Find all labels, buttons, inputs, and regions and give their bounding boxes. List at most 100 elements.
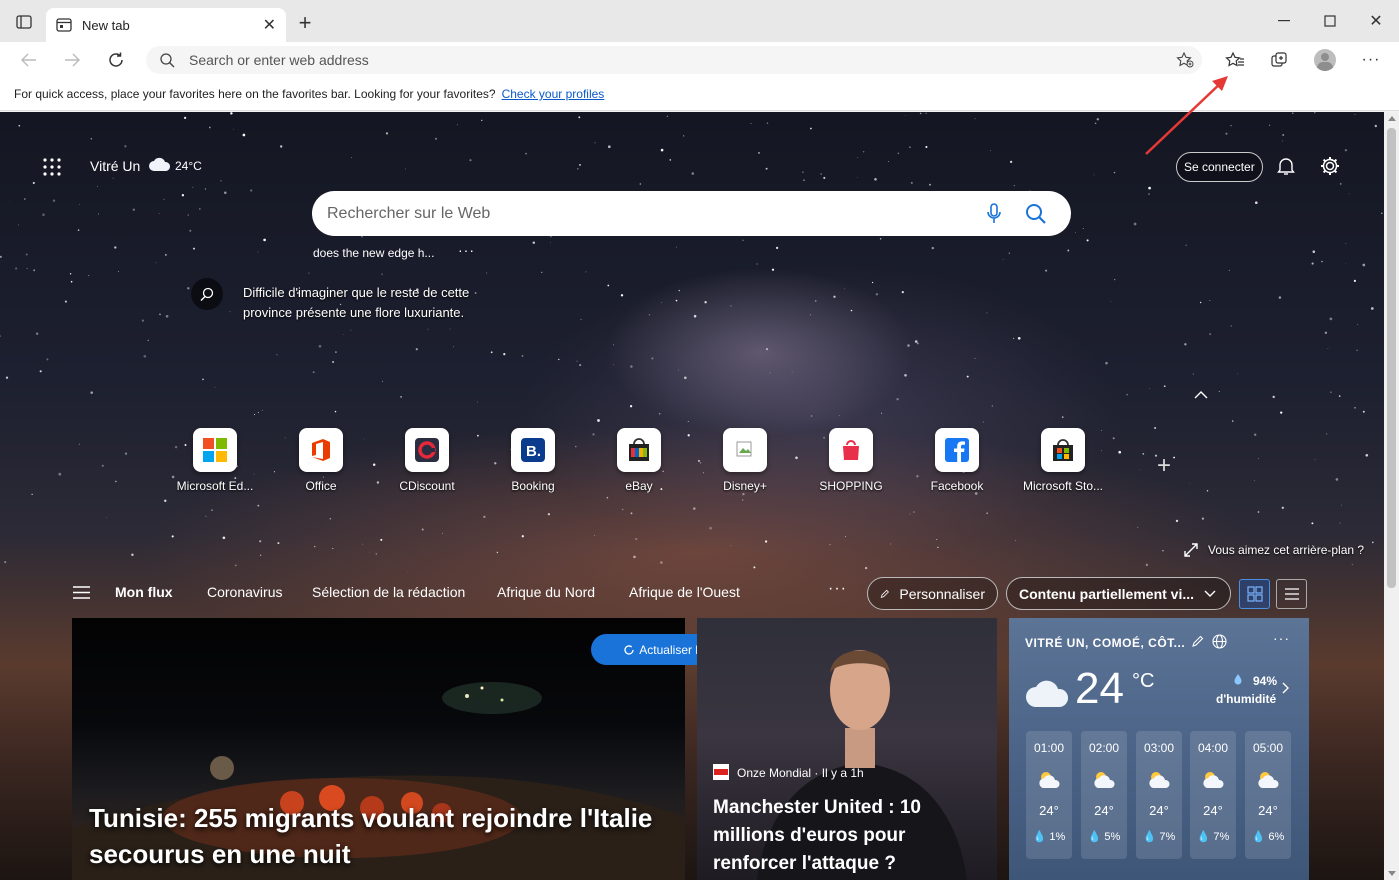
collections-button[interactable] [1264, 46, 1294, 74]
side-headline[interactable]: Manchester United : 10 millions d'euros … [713, 794, 983, 878]
tile-microsoft-store[interactable]: Microsoft Sto... [1018, 428, 1108, 493]
nav-more-icon[interactable]: ··· [828, 580, 847, 598]
tile-facebook[interactable]: Facebook [912, 428, 1002, 493]
tab-actions-icon[interactable] [14, 14, 34, 30]
background-fact[interactable]: Difficile d'imaginer que le reste de cet… [243, 283, 503, 323]
grid-view-icon [1246, 586, 1263, 602]
hourly-forecast-0300[interactable]: 03:00 24° 💧 7% [1136, 731, 1182, 859]
nav-my-feed[interactable]: Mon flux [115, 584, 173, 600]
address-bar[interactable]: Search or enter web address [146, 46, 1202, 74]
recent-search-suggestion[interactable]: does the new edge h... [313, 246, 434, 260]
settings-more-button[interactable]: ··· [1356, 46, 1386, 74]
weather-more-icon[interactable]: ··· [1273, 630, 1290, 646]
hourly-forecast-0200[interactable]: 02:00 24° 💧 5% [1081, 731, 1127, 859]
feed-navigation: Mon flux Coronavirus Sélection de la réd… [0, 570, 1384, 618]
like-background-link[interactable]: Vous aimez cet arrière-plan ? [1208, 543, 1364, 557]
nav-west-africa[interactable]: Afrique de l'Ouest [629, 584, 740, 600]
tab-new-tab[interactable]: New tab ✕ [46, 8, 286, 42]
check-profiles-link[interactable]: Check your profiles [502, 87, 605, 101]
hourly-forecast-0100[interactable]: 01:00 24° 💧 1% [1026, 731, 1072, 859]
header-temperature: 24°C [175, 159, 202, 173]
list-view-toggle[interactable] [1276, 579, 1307, 609]
edit-location-icon[interactable] [1192, 635, 1204, 647]
personalize-button[interactable]: Personnaliser [867, 577, 998, 610]
tile-cdiscount[interactable]: CDiscount [382, 428, 472, 493]
suggestion-more-icon[interactable]: ··· [458, 242, 475, 258]
address-placeholder: Search or enter web address [189, 52, 369, 68]
microsoft-store-icon [1041, 428, 1085, 472]
nav-coronavirus[interactable]: Coronavirus [207, 584, 282, 600]
notification-bell-icon[interactable] [1276, 156, 1296, 176]
droplet-icon: 💧 [1251, 831, 1266, 843]
shopping-bag-icon [829, 428, 873, 472]
hourly-forecast-0500[interactable]: 05:00 24° 💧 6% [1245, 731, 1291, 859]
tile-booking[interactable]: B. Booking [488, 428, 578, 493]
close-window-button[interactable]: ✕ [1356, 6, 1396, 36]
partly-cloudy-icon [1039, 772, 1060, 788]
avatar [1314, 49, 1336, 71]
chevron-right-icon[interactable] [1282, 682, 1290, 694]
tab-title: New tab [82, 17, 130, 33]
personalize-label: Personnaliser [899, 585, 985, 602]
droplet-icon: 💧 [1142, 831, 1157, 843]
droplet-icon: 💧 [1087, 831, 1102, 843]
weather-unit: °C [1132, 670, 1155, 692]
hourly-forecast-0400[interactable]: 04:00 24° 💧 7% [1190, 731, 1236, 859]
hour-temp: 24° [1094, 803, 1114, 818]
content-visibility-dropdown[interactable]: Contenu partiellement vi... [1006, 577, 1231, 610]
tile-shopping[interactable]: SHOPPING [806, 428, 896, 493]
tile-label: Microsoft Ed... [176, 479, 254, 493]
grid-view-toggle[interactable] [1239, 579, 1270, 609]
add-favorite-icon[interactable] [1176, 52, 1194, 68]
minimize-button[interactable] [1264, 6, 1304, 36]
svg-text:B.: B. [526, 443, 541, 460]
tile-label: SHOPPING [819, 479, 883, 493]
expand-icon[interactable] [1184, 543, 1198, 557]
new-tab-button[interactable]: + [294, 10, 316, 35]
tile-office[interactable]: Office [276, 428, 366, 493]
add-quick-link-icon[interactable]: + [1157, 452, 1171, 480]
page-settings-gear-icon[interactable] [1319, 155, 1341, 177]
globe-icon[interactable] [1212, 634, 1227, 649]
main-headline[interactable]: Tunisie: 255 migrants voulant rejoindre … [89, 800, 679, 872]
scrollbar-thumb[interactable] [1387, 128, 1396, 588]
back-button[interactable] [14, 46, 44, 74]
nav-editors-selection[interactable]: Sélection de la rédaction [312, 584, 465, 600]
hour-precip: 7% [1159, 831, 1176, 843]
weather-location[interactable]: Vitré Un [90, 158, 140, 174]
tile-label: CDiscount [399, 479, 455, 493]
tile-label: Facebook [930, 479, 984, 493]
tile-label: Booking [511, 479, 555, 493]
content-visibility-label: Contenu partiellement vi... [1019, 585, 1195, 602]
profile-button[interactable] [1310, 46, 1340, 74]
close-tab-icon[interactable]: ✕ [263, 15, 276, 35]
maximize-button[interactable] [1310, 6, 1350, 36]
fact-search-icon[interactable] [191, 278, 223, 310]
tile-disney-plus[interactable]: Disney+ [700, 428, 790, 493]
weather-card-location[interactable]: VITRÉ UN, COMOÉ, CÔT... [1025, 636, 1185, 650]
starfield-background [0, 112, 1383, 572]
search-submit-icon[interactable] [1025, 203, 1047, 225]
forward-button[interactable] [57, 46, 87, 74]
weather-current-temp: 24 [1075, 664, 1124, 713]
web-search-input[interactable]: Rechercher sur le Web [312, 191, 1071, 236]
chevron-up-icon[interactable] [1194, 391, 1208, 399]
humidity-icon [1233, 673, 1243, 685]
side-news-card[interactable]: Onze Mondial · Il y a 1h Manchester Unit… [697, 618, 997, 880]
microphone-icon[interactable] [987, 203, 1001, 225]
hour-temp: 24° [1203, 803, 1223, 818]
tile-ebay[interactable]: eBay [594, 428, 684, 493]
hour-time: 04:00 [1197, 741, 1229, 755]
hour-precip: 1% [1049, 831, 1066, 843]
hour-temp: 24° [1258, 803, 1278, 818]
weather-card[interactable]: VITRÉ UN, COMOÉ, CÔT... ··· 24 °C 94% d'… [1009, 618, 1309, 880]
news-source: Onze Mondial · Il y a 1h [737, 766, 864, 780]
annotation-arrow [1145, 76, 1228, 155]
hour-precip: 7% [1213, 831, 1230, 843]
hamburger-menu-icon[interactable] [73, 586, 90, 599]
refresh-button[interactable] [101, 46, 131, 74]
nav-north-africa[interactable]: Afrique du Nord [497, 584, 595, 600]
tile-microsoft-edge[interactable]: Microsoft Ed... [170, 428, 260, 493]
apps-grid-icon[interactable] [43, 158, 61, 176]
page-scrollbar[interactable] [1384, 112, 1399, 880]
